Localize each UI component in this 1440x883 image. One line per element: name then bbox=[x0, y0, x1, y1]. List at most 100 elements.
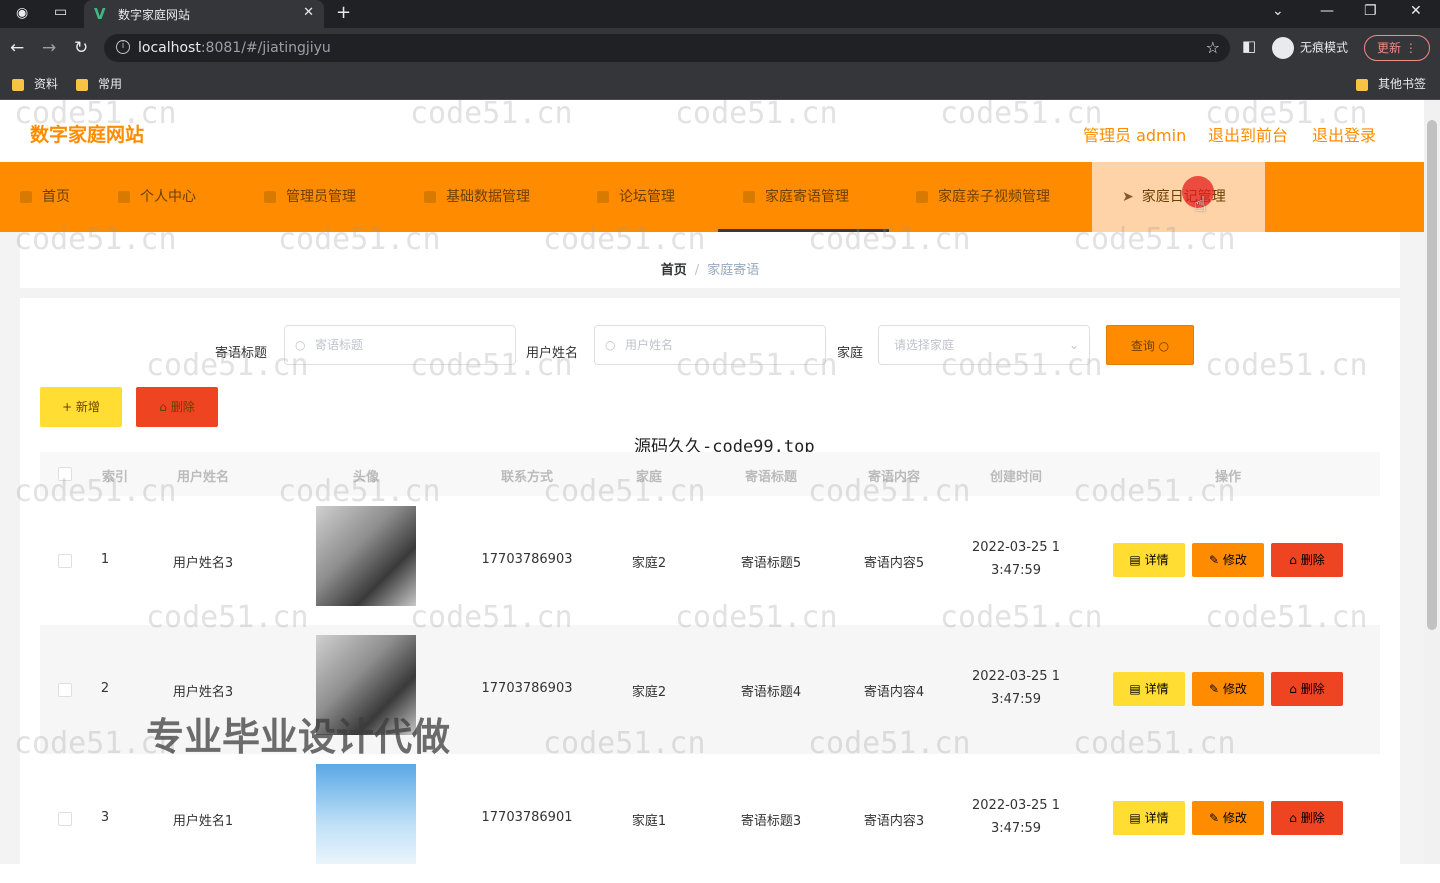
add-button[interactable]: + 新增 bbox=[40, 387, 122, 427]
other-bookmarks[interactable]: 其他书签 bbox=[1356, 75, 1426, 92]
bookmark-folder[interactable]: 资料 bbox=[12, 75, 58, 92]
table-row: 1 用户姓名3 17703786903 家庭2 寄语标题5 寄语内容5 2022… bbox=[40, 496, 1380, 625]
col-title: 寄语标题 bbox=[744, 470, 797, 485]
title-search-input[interactable]: ○ 寄语标题 bbox=[284, 325, 516, 365]
reload-icon[interactable]: ↻ bbox=[74, 38, 88, 58]
col-avatar: 头像 bbox=[352, 470, 379, 485]
breadcrumb: 首页 / 家庭寄语 bbox=[20, 259, 1400, 278]
url-input[interactable]: i localhost:8081/#/jiatingjiyu ☆ bbox=[104, 34, 1230, 62]
detail-button[interactable]: ▤ 详情 bbox=[1113, 672, 1185, 706]
folder-icon bbox=[1356, 78, 1368, 91]
row-checkbox[interactable] bbox=[58, 554, 72, 568]
user-search-input[interactable]: ○ 用户姓名 bbox=[594, 325, 826, 365]
family-select[interactable]: 请选择家庭 ⌄ bbox=[878, 325, 1090, 365]
folder-icon bbox=[12, 78, 24, 91]
menu-icon bbox=[743, 191, 755, 203]
cell-created-date: 2022-03-25 1 bbox=[972, 669, 1060, 684]
nav-item-family-messages[interactable]: 家庭寄语管理 bbox=[718, 162, 889, 232]
new-tab-icon[interactable]: + bbox=[336, 2, 351, 23]
cell-content: 寄语内容3 bbox=[863, 814, 925, 829]
edit-button[interactable]: ✎ 修改 bbox=[1192, 543, 1264, 577]
breadcrumb-home[interactable]: 首页 bbox=[661, 263, 687, 278]
incognito-icon bbox=[1272, 37, 1294, 59]
nav-item-home[interactable]: 首页 bbox=[20, 162, 70, 232]
cell-index: 1 bbox=[100, 552, 110, 567]
bookmark-folder[interactable]: 常用 bbox=[76, 75, 122, 92]
cell-phone: 17703786901 bbox=[481, 810, 573, 825]
url-text: localhost:8081/#/jiatingjiyu bbox=[138, 40, 331, 56]
col-index: 索引 bbox=[101, 470, 128, 485]
nav-item-admins[interactable]: 管理员管理 bbox=[264, 162, 356, 232]
query-button[interactable]: 查询 ○ bbox=[1106, 325, 1194, 365]
address-bar: ← → ↻ i localhost:8081/#/jiatingjiyu ☆ ◧… bbox=[0, 28, 1440, 68]
col-user: 用户姓名 bbox=[176, 470, 229, 485]
minimize-icon[interactable]: — bbox=[1320, 3, 1334, 19]
cell-family: 家庭2 bbox=[631, 556, 667, 571]
delete-button[interactable]: ⌂ 删除 bbox=[1271, 543, 1343, 577]
close-window-icon[interactable]: ✕ bbox=[1410, 3, 1422, 19]
sidepanel-icon[interactable]: ◧ bbox=[1242, 37, 1256, 55]
nav-item-forum[interactable]: 论坛管理 bbox=[597, 162, 675, 232]
nav-item-family-videos[interactable]: 家庭亲子视频管理 bbox=[916, 162, 1050, 232]
globe-icon[interactable]: ◉ bbox=[16, 5, 28, 21]
restore-icon[interactable]: ❐ bbox=[1364, 3, 1377, 19]
col-actions: 操作 bbox=[1214, 470, 1241, 485]
info-icon[interactable]: i bbox=[116, 40, 130, 54]
cell-family: 家庭2 bbox=[631, 685, 667, 700]
batch-delete-button[interactable]: ⌂ 删除 bbox=[136, 387, 218, 427]
avatar-image bbox=[316, 764, 416, 864]
table-header: 索引 用户姓名 头像 联系方式 家庭 寄语标题 寄语内容 创建时间 操作 bbox=[40, 452, 1380, 496]
cell-index: 3 bbox=[100, 810, 110, 825]
delete-button[interactable]: ⌂ 删除 bbox=[1271, 672, 1343, 706]
vue-logo-icon: V bbox=[94, 5, 106, 23]
star-icon[interactable]: ☆ bbox=[1206, 38, 1220, 57]
cell-title: 寄语标题4 bbox=[740, 685, 802, 700]
menu-icon bbox=[424, 191, 436, 203]
window-icon[interactable]: ▭ bbox=[54, 4, 67, 20]
bookmarks-bar: 资料 常用 其他书签 bbox=[0, 68, 1440, 100]
page-scrollbar[interactable] bbox=[1424, 100, 1440, 864]
detail-button[interactable]: ▤ 详情 bbox=[1113, 543, 1185, 577]
admin-user-link[interactable]: 管理员 admin bbox=[1083, 122, 1186, 146]
browser-tab-strip: ◉ ▭ V 数字家庭网站 ✕ + ⌄ — ❐ ✕ bbox=[0, 0, 1440, 28]
detail-button[interactable]: ▤ 详情 bbox=[1113, 801, 1185, 835]
send-icon: ➤ bbox=[1122, 189, 1134, 205]
back-to-frontend-link[interactable]: 退出到前台 bbox=[1208, 122, 1288, 146]
cell-created-time: 3:47:59 bbox=[990, 821, 1042, 836]
pointer-cursor-icon: ☝ bbox=[1194, 192, 1207, 216]
col-created: 创建时间 bbox=[989, 470, 1042, 485]
row-checkbox[interactable] bbox=[58, 812, 72, 826]
nav-item-profile[interactable]: 个人中心 bbox=[118, 162, 196, 232]
nav-item-family-diary[interactable]: ➤家庭日记管理 bbox=[1092, 162, 1265, 232]
cell-user: 用户姓名1 bbox=[172, 814, 234, 829]
delete-button[interactable]: ⌂ 删除 bbox=[1271, 801, 1343, 835]
cell-phone: 17703786903 bbox=[481, 681, 573, 696]
chevron-down-icon[interactable]: ⌄ bbox=[1272, 3, 1284, 19]
chevron-down-icon: ⌄ bbox=[1068, 338, 1079, 352]
cell-content: 寄语内容4 bbox=[863, 685, 925, 700]
scrollbar-thumb[interactable] bbox=[1427, 120, 1437, 630]
menu-icon bbox=[597, 191, 609, 203]
logout-link[interactable]: 退出登录 bbox=[1312, 122, 1376, 146]
col-content: 寄语内容 bbox=[867, 470, 920, 485]
row-checkbox[interactable] bbox=[58, 683, 72, 697]
cell-user: 用户姓名3 bbox=[172, 556, 234, 571]
col-phone: 联系方式 bbox=[500, 470, 553, 485]
update-button[interactable]: 更新 ⋮ bbox=[1364, 35, 1430, 61]
back-icon[interactable]: ← bbox=[10, 38, 24, 58]
browser-tab[interactable]: V 数字家庭网站 ✕ bbox=[84, 0, 324, 28]
avatar-image bbox=[316, 506, 416, 606]
cell-title: 寄语标题5 bbox=[740, 556, 802, 571]
breadcrumb-container: 首页 / 家庭寄语 bbox=[20, 232, 1400, 288]
tab-title: 数字家庭网站 bbox=[118, 8, 191, 22]
edit-button[interactable]: ✎ 修改 bbox=[1192, 672, 1264, 706]
folder-icon bbox=[76, 78, 88, 91]
family-filter-label: 家庭 bbox=[837, 346, 864, 361]
search-icon: ○ bbox=[605, 338, 616, 352]
edit-button[interactable]: ✎ 修改 bbox=[1192, 801, 1264, 835]
close-tab-icon[interactable]: ✕ bbox=[303, 5, 314, 20]
cell-phone: 17703786903 bbox=[481, 552, 573, 567]
nav-item-base-data[interactable]: 基础数据管理 bbox=[424, 162, 530, 232]
forward-icon[interactable]: → bbox=[42, 38, 56, 58]
incognito-indicator[interactable]: 无痕模式 bbox=[1272, 37, 1348, 59]
